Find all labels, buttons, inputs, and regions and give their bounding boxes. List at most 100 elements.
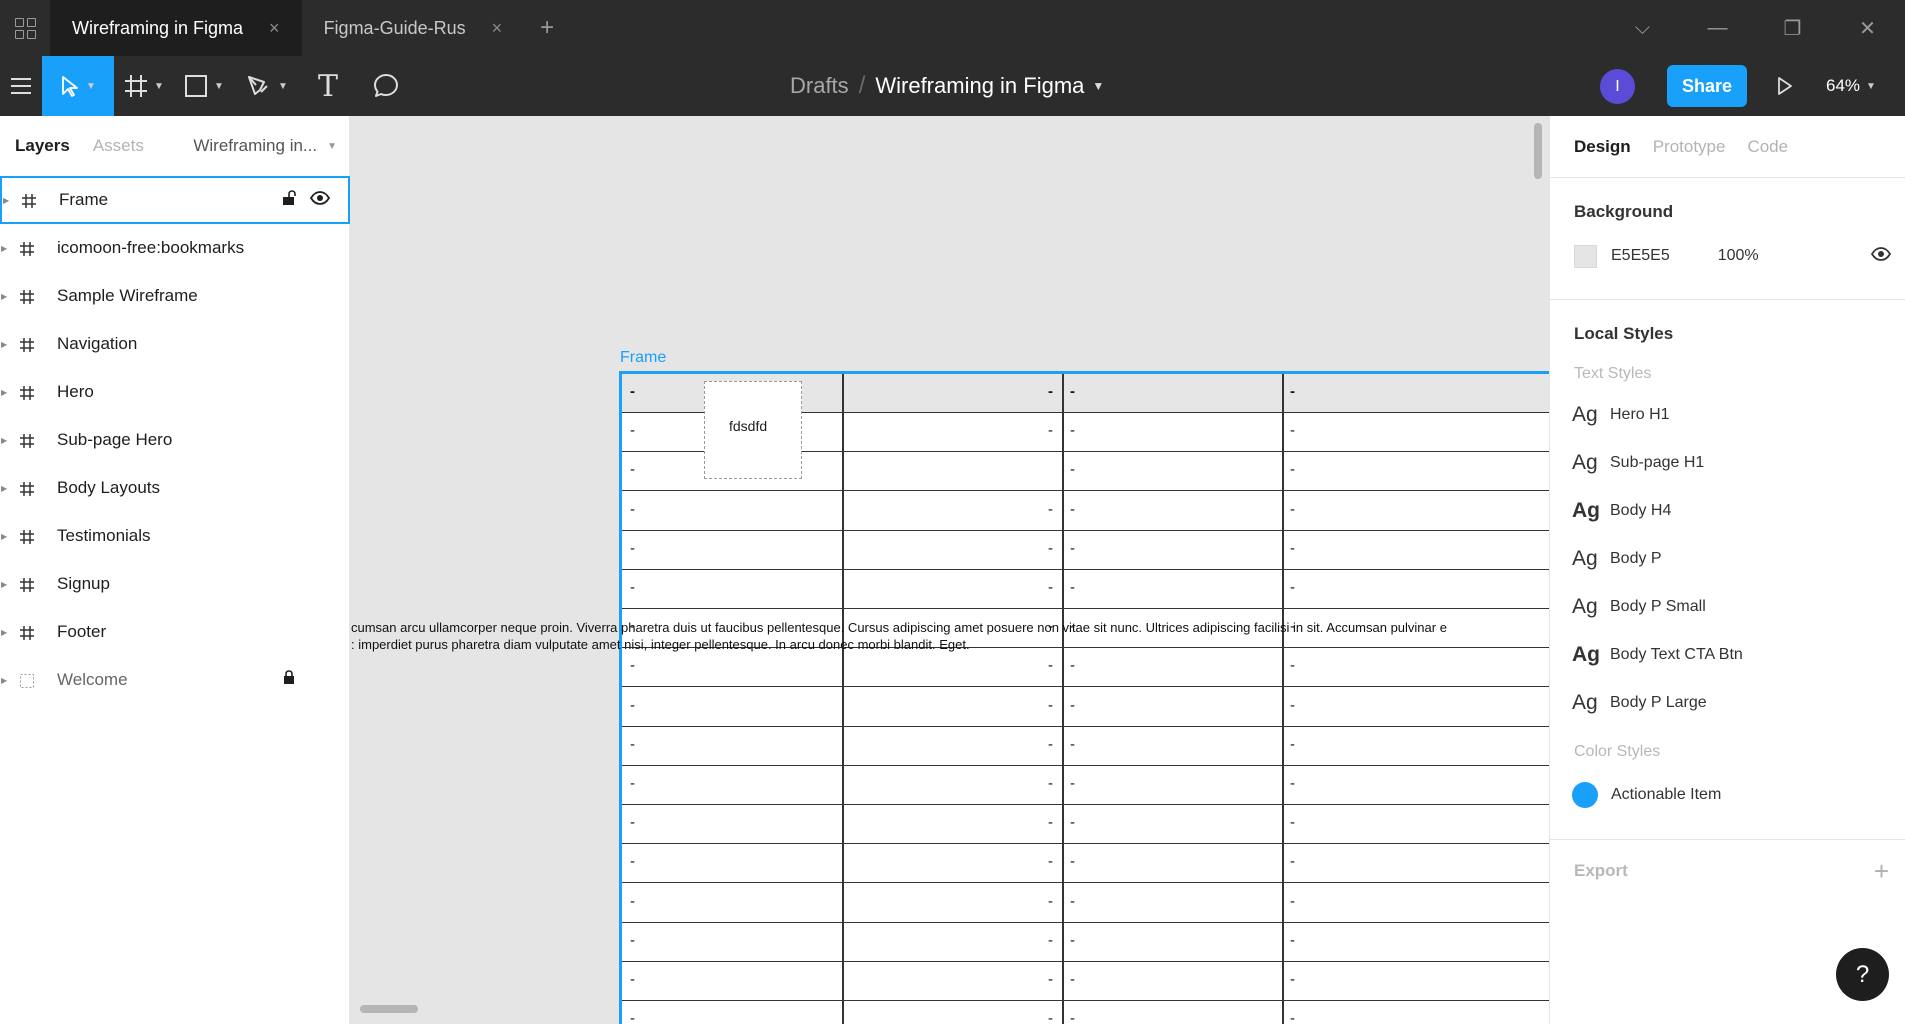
layer-row[interactable]: ▶ Navigation <box>0 320 349 368</box>
expand-caret-icon[interactable]: ▶ <box>0 388 12 397</box>
page-selector[interactable]: Wireframing in... ▼ <box>193 136 337 156</box>
layer-row[interactable]: ▶ Testimonials <box>0 512 349 560</box>
expand-caret-icon[interactable]: ▶ <box>2 196 14 205</box>
new-tab-plus-icon[interactable]: + <box>524 14 570 42</box>
table-cell: - <box>1070 579 1075 596</box>
table-row[interactable] <box>622 805 1549 845</box>
eye-icon[interactable] <box>309 190 331 210</box>
table-cell: - <box>1290 853 1295 871</box>
expand-caret-icon[interactable]: ▶ <box>0 436 12 445</box>
layer-row[interactable]: ▶ Hero <box>0 368 349 416</box>
frame-tool-button[interactable]: ▼ <box>114 56 174 116</box>
lorem-text-block[interactable]: cumsan arcu ullamcorper neque proin. Viv… <box>351 619 1549 653</box>
text-style-item[interactable]: Ag Hero H1 <box>1550 391 1905 439</box>
selected-frame[interactable]: - - - - - - - - - - - - - - - - - - - - - - - - - - - - - - - - - - - - - - - -… <box>619 371 1549 1024</box>
expand-caret-icon[interactable]: ▶ <box>0 532 12 541</box>
color-style-name: Actionable Item <box>1611 786 1722 803</box>
layer-row[interactable]: ▶ Body Layouts <box>0 464 349 512</box>
move-tool-button[interactable]: ▼ <box>42 56 114 116</box>
breadcrumb-drafts[interactable]: Drafts <box>790 73 849 99</box>
comment-tool-button[interactable] <box>356 56 416 116</box>
rectangle-icon <box>185 75 208 97</box>
close-window-icon[interactable]: ✕ <box>1830 16 1905 41</box>
pen-tool-button[interactable]: ▼ <box>234 56 300 116</box>
text-style-item[interactable]: Ag Body P <box>1550 535 1905 583</box>
table-row[interactable] <box>622 766 1549 805</box>
horizontal-scrollbar[interactable] <box>360 1005 418 1013</box>
text-style-item[interactable]: Ag Body H4 <box>1550 487 1905 535</box>
table-row[interactable] <box>622 648 1549 688</box>
table-cell: - <box>1070 461 1075 479</box>
zoom-dropdown[interactable]: 64% ▼ <box>1826 56 1876 116</box>
text-style-item[interactable]: Ag Body P Large <box>1550 679 1905 727</box>
canvas[interactable]: Frame ----------------------------------… <box>351 116 1549 1024</box>
eye-icon[interactable] <box>1870 246 1892 266</box>
tab-figma-guide-rus[interactable]: Figma-Guide-Rus × <box>302 0 525 56</box>
table-row[interactable] <box>622 923 1549 962</box>
expand-caret-icon[interactable]: ▶ <box>0 484 12 493</box>
tab-layers[interactable]: Layers <box>15 136 70 156</box>
chevron-down-icon[interactable]: ▼ <box>1092 79 1104 93</box>
expand-caret-icon[interactable]: ▶ <box>0 244 12 253</box>
close-tab-icon[interactable]: × <box>269 18 280 39</box>
text-style-name: Body P Small <box>1610 598 1706 615</box>
table-row[interactable] <box>622 1001 1549 1024</box>
layer-row[interactable]: ▶ Footer <box>0 608 349 656</box>
table-row[interactable] <box>622 962 1549 1001</box>
color-style-item[interactable]: Actionable Item <box>1550 771 1905 819</box>
add-export-plus-icon[interactable]: + <box>1874 856 1889 887</box>
app-grid-icon[interactable] <box>0 0 50 56</box>
layer-row[interactable]: ▶ Sample Wireframe <box>0 272 349 320</box>
text-style-item[interactable]: Ag Sub-page H1 <box>1550 439 1905 487</box>
expand-caret-icon[interactable]: ▶ <box>0 340 12 349</box>
table-cell: - <box>630 931 635 949</box>
table-row[interactable] <box>622 884 1549 923</box>
layer-row[interactable]: ▶ Welcome <box>0 656 349 704</box>
unlock-icon[interactable] <box>282 189 296 211</box>
shape-tool-button[interactable]: ▼ <box>174 56 234 116</box>
tab-prototype[interactable]: Prototype <box>1653 137 1726 157</box>
text-tool-button[interactable]: T <box>300 56 356 116</box>
chevron-down-icon[interactable]: ⌵ <box>1605 17 1680 40</box>
table-row[interactable] <box>622 492 1549 531</box>
background-swatch[interactable] <box>1574 244 1597 268</box>
help-button[interactable]: ? <box>1836 948 1889 1001</box>
chevron-down-icon: ▼ <box>1866 80 1876 92</box>
minimize-icon[interactable]: — <box>1680 17 1755 40</box>
table-row[interactable] <box>622 570 1549 609</box>
main-menu-icon[interactable] <box>0 56 42 116</box>
present-play-icon[interactable] <box>1770 56 1800 116</box>
layer-row[interactable]: ▶ Signup <box>0 560 349 608</box>
expand-caret-icon[interactable]: ▶ <box>0 580 12 589</box>
breadcrumb-file-name[interactable]: Wireframing in Figma <box>875 73 1084 99</box>
layer-row[interactable]: ▶ Sub-page Hero <box>0 416 349 464</box>
frame-label[interactable]: Frame <box>620 349 666 367</box>
tab-code[interactable]: Code <box>1747 137 1788 157</box>
tab-design[interactable]: Design <box>1574 137 1631 157</box>
table-row[interactable] <box>622 688 1549 727</box>
vertical-scrollbar[interactable] <box>1534 123 1542 179</box>
layer-row[interactable]: ▶ Frame <box>0 176 350 224</box>
text-style-item[interactable]: Ag Body Text CTA Btn <box>1550 631 1905 679</box>
table-row[interactable] <box>622 727 1549 766</box>
layer-row[interactable]: ▶ icomoon-free:bookmarks <box>0 224 349 272</box>
dashed-placeholder-box[interactable]: fdsdfd <box>704 381 802 479</box>
zoom-level: 64% <box>1826 76 1861 95</box>
text-style-item[interactable]: Ag Body P Small <box>1550 583 1905 631</box>
restore-icon[interactable]: ❐ <box>1755 16 1830 41</box>
lock-icon[interactable] <box>283 670 295 690</box>
share-button[interactable]: Share <box>1667 65 1747 107</box>
background-fill-row[interactable]: E5E5E5 100% <box>1550 242 1905 270</box>
expand-caret-icon[interactable]: ▶ <box>0 628 12 637</box>
chevron-down-icon: ▼ <box>327 140 337 152</box>
avatar[interactable]: I <box>1600 69 1635 104</box>
background-opacity[interactable]: 100% <box>1718 247 1759 265</box>
tab-wireframing-in-figma[interactable]: Wireframing in Figma × <box>50 0 302 56</box>
background-hex[interactable]: E5E5E5 <box>1611 247 1670 265</box>
expand-caret-icon[interactable]: ▶ <box>0 676 12 685</box>
expand-caret-icon[interactable]: ▶ <box>0 292 12 301</box>
tab-assets[interactable]: Assets <box>93 136 144 156</box>
close-tab-icon[interactable]: × <box>492 18 503 39</box>
table-row[interactable] <box>622 531 1549 570</box>
table-row[interactable] <box>622 844 1549 884</box>
